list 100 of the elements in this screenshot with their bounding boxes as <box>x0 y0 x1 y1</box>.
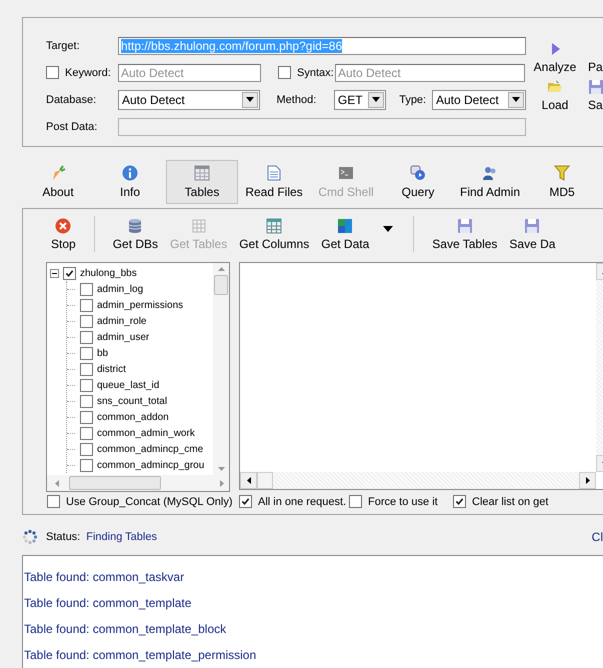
log-line: Table found: common_template_block <box>23 621 228 638</box>
toolbar-button[interactable]: Sa <box>580 78 603 112</box>
checkbox[interactable] <box>278 66 291 79</box>
tree-item[interactable]: district <box>97 364 126 374</box>
tree-item[interactable]: sns_count_total <box>97 396 168 406</box>
vertical-scrollbar[interactable] <box>213 263 229 475</box>
field-label: Method: <box>276 94 318 106</box>
tree-item[interactable]: common_admin_work <box>97 428 195 438</box>
tree-item[interactable]: admin_log <box>97 284 144 294</box>
tree-item[interactable]: queue_last_id <box>97 380 160 390</box>
folder-icon <box>547 79 563 95</box>
tab[interactable]: Info <box>94 160 166 204</box>
collapse-toggle[interactable] <box>50 268 59 278</box>
tree-item[interactable]: common_admincp_cme <box>97 444 204 454</box>
checkbox[interactable] <box>80 394 93 408</box>
tab[interactable]: Find Admin <box>454 160 526 204</box>
checkbox[interactable] <box>80 298 93 312</box>
checkbox[interactable] <box>47 495 60 508</box>
caret-icon <box>383 226 394 232</box>
tab[interactable]: MD5 <box>526 160 598 204</box>
scroll-thumb[interactable] <box>214 275 228 295</box>
checkbox-label: All in one request. <box>258 496 346 508</box>
checkbox[interactable] <box>46 66 59 79</box>
right-arrow-icon[interactable] <box>220 480 224 486</box>
checkbox-label: Force to use it <box>368 496 438 508</box>
columns-icon <box>266 218 282 234</box>
tree-item[interactable]: common_admincp_grou <box>97 460 204 470</box>
status-text: Finding Tables <box>86 531 157 543</box>
status-link[interactable]: Cl <box>592 530 603 544</box>
checkbox[interactable] <box>80 362 93 376</box>
toolbar-button[interactable]: Get Columns <box>235 218 314 250</box>
caret-icon <box>372 97 380 102</box>
toolbar-button[interactable]: Save Tables <box>428 218 502 250</box>
syntax-field[interactable]: Auto Detect <box>335 64 525 82</box>
right-arrow-icon <box>586 477 590 484</box>
tab[interactable]: Tables <box>166 160 238 204</box>
tab[interactable]: About <box>22 160 94 204</box>
left-arrow-icon <box>246 477 250 484</box>
checkbox-label: Syntax: <box>297 66 334 78</box>
type-dropdown[interactable]: Auto Detect <box>432 90 526 110</box>
tab[interactable]: Query <box>382 160 454 204</box>
caret-icon <box>512 97 520 102</box>
tree-item[interactable]: admin_user <box>97 332 150 342</box>
scroll-right-button[interactable] <box>579 472 596 489</box>
target-url: http://bbs.zhulong.com/forum.php?gid=86 <box>121 38 342 52</box>
toolbar-button[interactable]: Get DBs <box>108 218 162 250</box>
checkbox[interactable] <box>453 495 466 508</box>
log-line: Table found: common_template <box>23 595 192 612</box>
carrot-icon <box>50 165 66 181</box>
tree-item[interactable]: common_addon <box>97 412 169 422</box>
up-arrow-icon[interactable] <box>218 267 224 271</box>
checkbox[interactable] <box>349 495 362 508</box>
funnel-icon <box>554 165 570 181</box>
data-icon <box>337 218 354 234</box>
terminal-icon <box>338 165 354 181</box>
checkbox[interactable] <box>80 442 93 456</box>
document-icon <box>266 165 282 181</box>
left-arrow-icon[interactable] <box>55 480 59 486</box>
field-label: Post Data: <box>46 120 98 132</box>
tab[interactable]: Read Files <box>238 160 310 204</box>
checkbox-label: Keyword: <box>65 66 111 78</box>
scroll-thumb[interactable] <box>257 472 273 489</box>
toolbar-button[interactable]: Pa <box>580 40 603 74</box>
field-label: Type: <box>398 94 428 106</box>
toolbar-button[interactable]: Save Da <box>505 218 560 250</box>
field-label: Target: <box>46 40 81 52</box>
info-icon <box>122 165 138 181</box>
checkbox-label: Clear list on get <box>472 496 548 508</box>
horizontal-scrollbar[interactable] <box>47 475 229 491</box>
checkbox[interactable] <box>80 378 93 392</box>
checkbox[interactable] <box>63 266 76 280</box>
down-arrow-icon[interactable] <box>218 467 224 471</box>
checkbox[interactable] <box>239 495 252 508</box>
grid-icon <box>190 218 207 234</box>
tree-item[interactable]: bb <box>97 348 108 358</box>
toolbar-button[interactable]: Get Data <box>317 218 374 250</box>
checkbox[interactable] <box>80 410 93 424</box>
toolbar-button[interactable]: Stop <box>47 218 80 250</box>
checkbox[interactable] <box>80 426 93 440</box>
scroll-thumb[interactable] <box>69 476 161 490</box>
checkbox-label: Use Group_Concat (MySQL Only) <box>66 496 232 508</box>
checkbox[interactable] <box>80 330 93 344</box>
checkbox[interactable] <box>80 314 93 328</box>
toolbar-button[interactable]: Load <box>530 78 580 112</box>
toolbar-button[interactable]: Analyze <box>530 40 580 74</box>
checkbox[interactable] <box>80 282 93 296</box>
field-label: Database: <box>46 94 98 106</box>
tree-item[interactable]: admin_permissions <box>97 300 184 310</box>
table-icon <box>194 165 210 181</box>
checkbox[interactable] <box>80 346 93 360</box>
stop-icon <box>55 218 72 234</box>
spinner-icon <box>22 529 38 545</box>
keyword-field[interactable]: Auto Detect <box>118 64 261 82</box>
tree-item[interactable]: zhulong_bbs <box>80 268 137 278</box>
method-dropdown[interactable]: GET <box>334 90 386 110</box>
database-icon <box>127 218 144 234</box>
tree-item[interactable]: admin_role <box>97 316 146 326</box>
checkbox[interactable] <box>80 458 93 472</box>
database-dropdown[interactable]: Auto Detect <box>118 90 260 110</box>
scroll-left-button[interactable] <box>240 472 257 489</box>
